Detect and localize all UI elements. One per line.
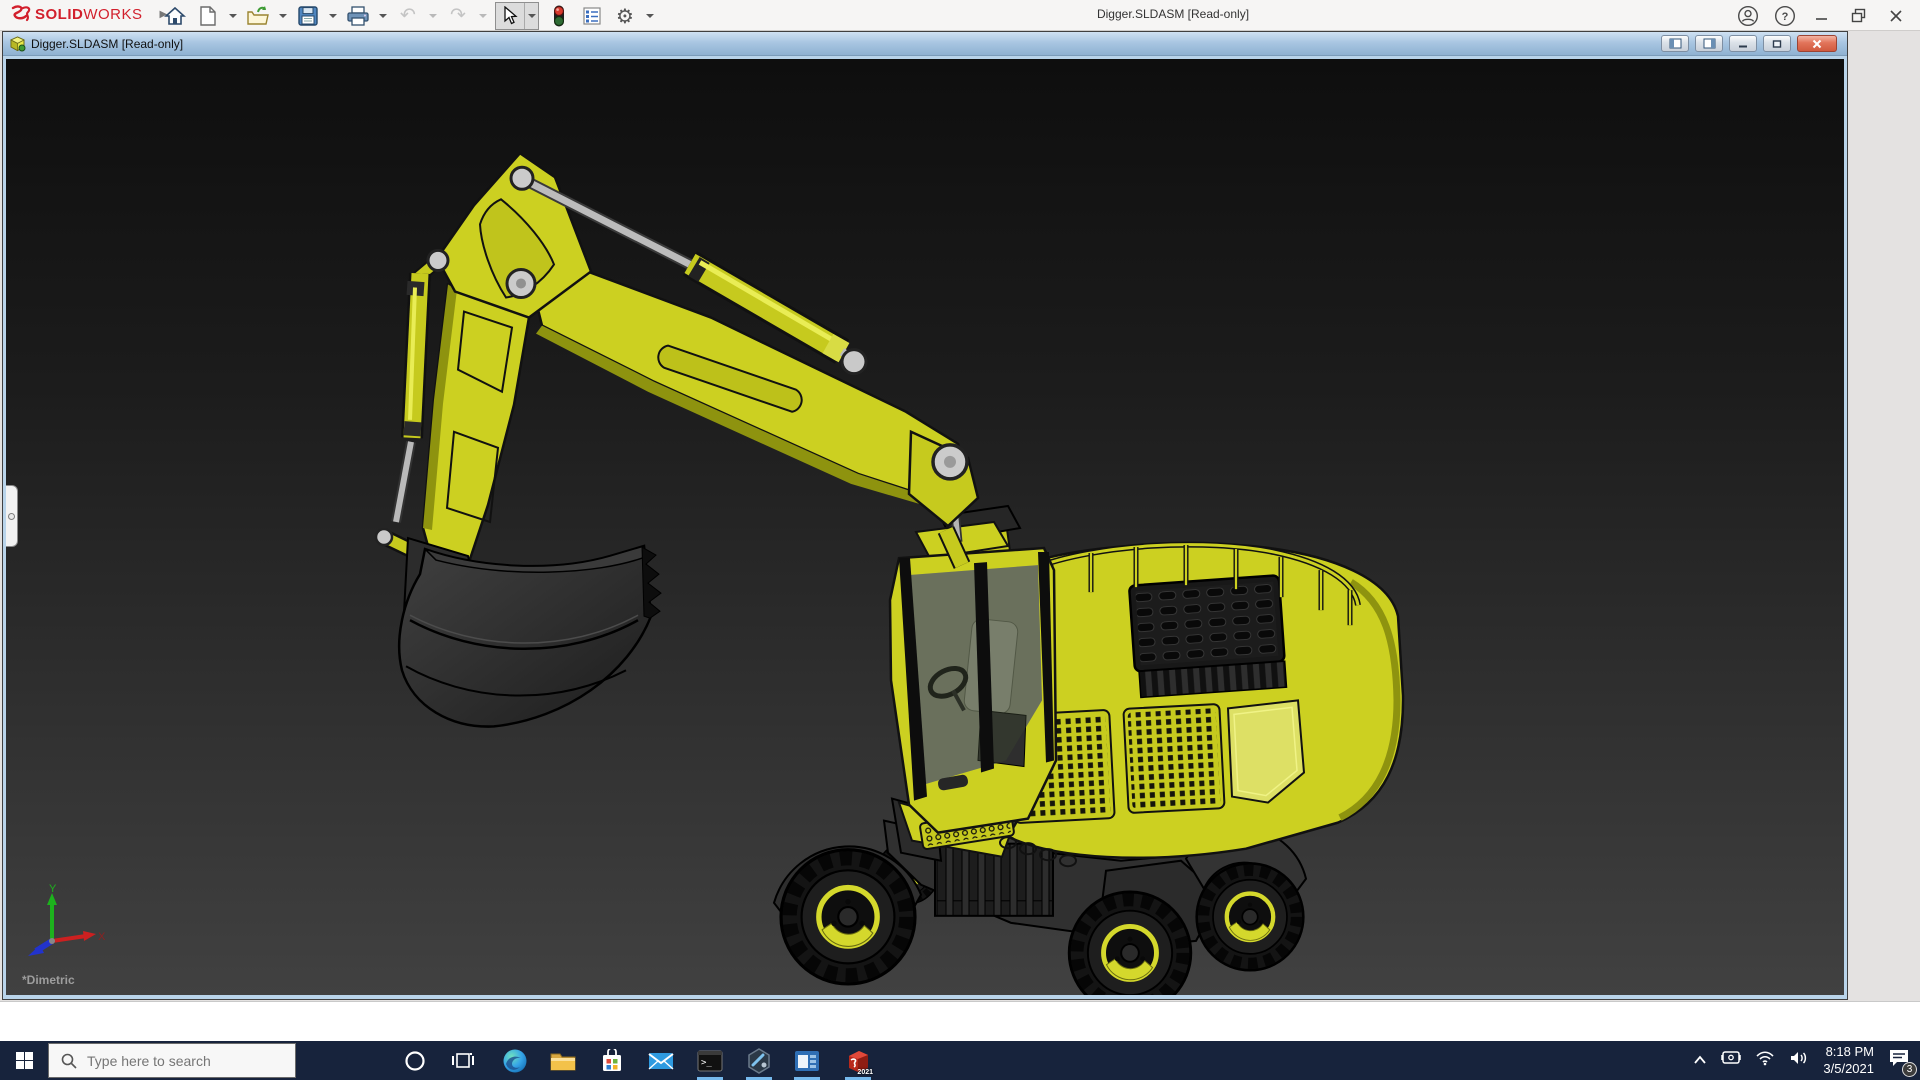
cab[interactable] (888, 504, 1058, 834)
cortana-button[interactable] (393, 1041, 437, 1080)
svg-text:?: ? (1782, 11, 1789, 23)
toggle-left-pane-button[interactable] (1661, 35, 1689, 52)
svg-text:>_: >_ (701, 1058, 712, 1068)
microsoft-store-icon[interactable] (590, 1041, 634, 1080)
account-icon[interactable] (1736, 4, 1760, 28)
document-title: Digger.SLDASM [Read-only] (31, 36, 184, 51)
select-tool-active[interactable] (495, 1, 539, 30)
start-button[interactable] (0, 1041, 48, 1080)
file-properties-button[interactable] (579, 3, 605, 29)
search-input[interactable] (87, 1052, 277, 1069)
clock-time: 8:18 PM (1825, 1043, 1874, 1059)
remote-window-app-icon[interactable] (785, 1041, 829, 1080)
options-dropdown-caret[interactable] (646, 13, 654, 18)
graphics-viewport[interactable]: Y X *Dimetric (6, 59, 1844, 995)
search-icon (61, 1053, 77, 1069)
open-dropdown-caret[interactable] (279, 13, 287, 18)
bucket[interactable] (397, 544, 662, 728)
apex-pin (509, 165, 535, 191)
rod-end-pin (840, 348, 868, 376)
solidworks-logo-mark (11, 5, 31, 22)
x-axis-label: X (98, 931, 106, 943)
doc-restore-button[interactable] (1763, 35, 1791, 52)
utility-app-icon[interactable] (737, 1041, 781, 1080)
vm-tray-icon[interactable] (1721, 1050, 1742, 1071)
app-title: Digger.SLDASM [Read-only] (1096, 7, 1250, 21)
front-vent-right (1122, 703, 1226, 814)
minimize-button[interactable] (1810, 4, 1834, 28)
window-controls: ? (1736, 0, 1908, 31)
document-body: Y X *Dimetric (3, 56, 1847, 999)
mdi-area: Digger.SLDASM [Read-only] Y X *Dimetric (0, 31, 1920, 1001)
bucket-teeth (641, 546, 662, 619)
new-document-button[interactable] (195, 3, 221, 29)
undo-button-disabled: ↶ (400, 4, 416, 26)
engine-grille (1128, 574, 1288, 699)
save-dropdown-caret[interactable] (329, 13, 337, 18)
mail-icon[interactable] (639, 1041, 683, 1080)
options-button[interactable]: ⚙ (612, 3, 638, 29)
solidworks-logo: SOLIDWORKS ▶ (10, 5, 167, 23)
save-button[interactable] (295, 3, 321, 29)
open-button[interactable] (245, 3, 271, 29)
y-axis-label: Y (49, 883, 57, 895)
select-cursor-icon[interactable] (496, 5, 524, 26)
toggle-right-pane-button[interactable] (1695, 35, 1723, 52)
task-view-button[interactable] (441, 1041, 485, 1080)
windows-taskbar: >_ 2021 (0, 1041, 1920, 1080)
notification-count-badge: 3 (1902, 1062, 1917, 1077)
taskbar-search[interactable] (48, 1043, 296, 1078)
document-titlebar[interactable]: Digger.SLDASM [Read-only] (3, 32, 1847, 56)
doc-minimize-button[interactable] (1729, 35, 1757, 52)
solidworks-2021-icon[interactable]: 2021 (836, 1041, 880, 1080)
taskbar-clock[interactable]: 8:18 PM 3/5/2021 (1823, 1044, 1874, 1078)
featuremanager-collapsed-tab[interactable] (6, 485, 18, 547)
file-explorer-icon[interactable] (541, 1041, 585, 1080)
select-dropdown-caret[interactable] (524, 2, 538, 29)
home-button[interactable] (162, 3, 188, 29)
document-window-buttons (1661, 35, 1837, 52)
solidworks-year-badge: 2021 (857, 1068, 873, 1076)
system-tray: 8:18 PM 3/5/2021 3 (1693, 1041, 1920, 1080)
orientation-triad: Y X (28, 883, 106, 956)
solidworks-app: SOLIDWORKS ▶ ↶ ↷ ⚙ Digger.SLDASM [Read-o… (0, 0, 1920, 1080)
clock-date: 3/5/2021 (1823, 1060, 1874, 1076)
app-titlebar: SOLIDWORKS ▶ ↶ ↷ ⚙ Digger.SLDASM [Read-o… (0, 0, 1920, 31)
brand-text: SOLIDWORKS (35, 5, 143, 23)
document-window: Digger.SLDASM [Read-only] Y X *Dimetric (2, 31, 1848, 1000)
redo-button-disabled: ↷ (450, 4, 466, 26)
undo-dropdown-caret (429, 13, 437, 18)
edge-icon[interactable] (493, 1041, 537, 1080)
rebuild-button[interactable] (546, 3, 572, 29)
restore-button[interactable] (1847, 4, 1871, 28)
volume-icon[interactable] (1789, 1050, 1809, 1071)
wifi-icon[interactable] (1755, 1050, 1775, 1071)
new-dropdown-caret[interactable] (229, 13, 237, 18)
excavator-model[interactable] (6, 59, 1844, 995)
view-orientation-label: *Dimetric (22, 973, 75, 987)
tray-expand-icon[interactable] (1693, 1053, 1707, 1068)
help-icon[interactable]: ? (1773, 4, 1797, 28)
status-bar (0, 1001, 1920, 1041)
print-dropdown-caret[interactable] (379, 13, 387, 18)
action-center-icon[interactable]: 3 (1888, 1048, 1917, 1077)
quick-access-toolbar: ↶ ↷ ⚙ (162, 0, 655, 31)
redo-dropdown-caret (479, 13, 487, 18)
assembly-icon (10, 35, 26, 51)
command-prompt-icon[interactable]: >_ (688, 1041, 732, 1080)
doc-close-button[interactable] (1797, 35, 1837, 52)
print-button[interactable] (345, 3, 371, 29)
close-button[interactable] (1884, 4, 1908, 28)
